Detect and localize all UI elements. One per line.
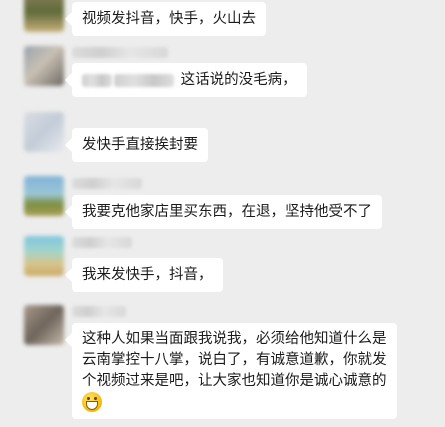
message-line: 个视频过来是吧，让大家也知道你是诚心诚意的 bbox=[82, 373, 387, 389]
message-bubble[interactable]: 我要克他家店里买东西，在退，坚持他受不了 bbox=[72, 195, 382, 229]
avatar[interactable] bbox=[24, 0, 64, 32]
avatar[interactable] bbox=[24, 305, 64, 345]
avatar[interactable] bbox=[24, 112, 64, 152]
quoted-text bbox=[82, 72, 181, 88]
message-bubble[interactable]: 这话说的没毛病， bbox=[72, 63, 307, 97]
message-bubble[interactable]: 我来发快手，抖音， bbox=[72, 258, 223, 292]
avatar[interactable] bbox=[24, 176, 64, 216]
message-bubble[interactable]: 视频发抖音，快手，火山去 bbox=[72, 2, 266, 36]
message-line: 这种人如果当面跟我说我，必须给他知道什么是 bbox=[82, 331, 387, 347]
message-text: 我来发快手，抖音， bbox=[82, 267, 213, 283]
avatar[interactable] bbox=[24, 236, 64, 276]
sender-name bbox=[72, 306, 126, 317]
message-line: 云南掌控十八掌，说白了，有诚意道歉，你就发 bbox=[82, 352, 387, 368]
message-bubble[interactable]: 发快手直接挨封要 bbox=[72, 128, 208, 162]
sender-name bbox=[72, 47, 168, 58]
message-bubble[interactable]: 这种人如果当面跟我说我，必须给他知道什么是 云南掌控十八掌，说白了，有诚意道歉，… bbox=[72, 323, 397, 419]
message-text: 视频发抖音，快手，火山去 bbox=[82, 11, 256, 27]
sender-name bbox=[72, 178, 142, 189]
message-text: 我要克他家店里买东西，在退，坚持他受不了 bbox=[82, 204, 372, 220]
avatar[interactable] bbox=[24, 46, 64, 86]
sender-name bbox=[72, 237, 132, 248]
message-text: 发快手直接挨封要 bbox=[82, 137, 198, 153]
message-text: 这话说的没毛病， bbox=[180, 72, 297, 88]
grin-emoji-icon bbox=[82, 392, 102, 412]
